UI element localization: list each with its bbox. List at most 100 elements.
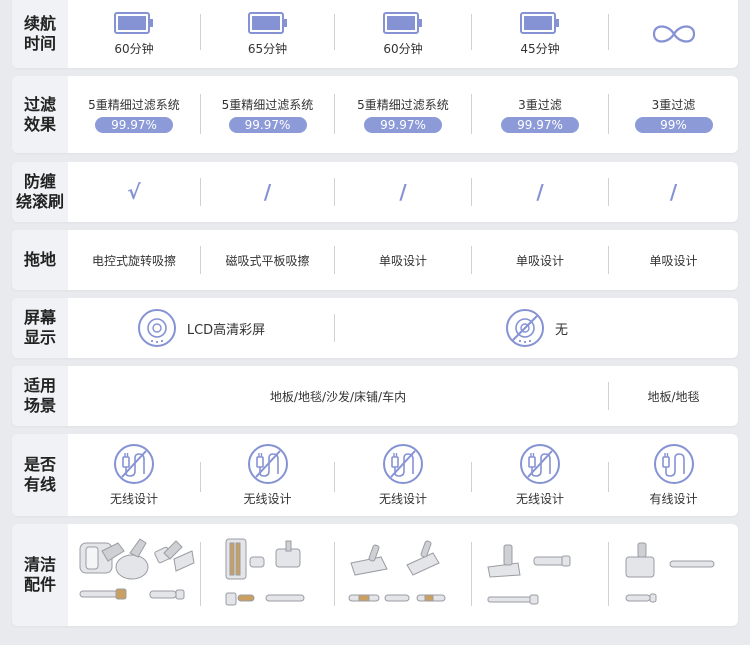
battery-icon: [383, 11, 423, 34]
filter-desc: 3重过滤: [518, 98, 562, 112]
battery-time: 45分钟: [520, 41, 560, 56]
battery-icon: [520, 11, 560, 34]
accessory-set-1: [68, 524, 200, 626]
wired-desc: 无线设计: [515, 492, 564, 506]
label-line: 过滤: [23, 94, 56, 114]
mop-desc: 电控式旋转吸擦: [91, 253, 176, 268]
battery-row: 续航 时间 60分钟 65分钟 60分钟 45分钟: [12, 0, 738, 68]
battery-icon: [247, 11, 288, 34]
label-line: 拖地: [23, 250, 56, 269]
mop-cell: 单吸设计: [472, 230, 608, 290]
mop-desc: 单吸设计: [515, 253, 564, 268]
scene-desc: 地板/地毯/沙发/床铺/车内: [269, 389, 407, 404]
wired-desc: 无线设计: [109, 492, 158, 506]
wired-cell: 无线设计: [201, 434, 334, 516]
battery-row-label: 续航 时间: [12, 0, 68, 68]
filter-cell: 5重精细过滤系统 99.97%: [335, 76, 471, 153]
anti-tangle-cell: /: [335, 162, 471, 222]
wired-cell: 有线设计: [609, 434, 738, 516]
scene-desc: 地板/地毯: [647, 389, 700, 404]
anti-tangle-row: 防缠 绕滚刷 √ / / / /: [12, 162, 738, 222]
filter-rate-badge: 99.97%: [228, 117, 307, 133]
filter-desc: 5重精细过滤系统: [88, 98, 180, 112]
filter-desc: 5重精细过滤系统: [357, 98, 449, 112]
wired-cell: 无线设计: [335, 434, 471, 516]
label-line: 是否: [23, 455, 56, 474]
anti-tangle-cell: /: [609, 162, 738, 222]
wired-cell: 无线设计: [472, 434, 608, 516]
no-cord-icon: [382, 443, 424, 485]
battery-cell: 60分钟: [335, 0, 471, 68]
accessory-set-3: [335, 524, 471, 626]
cord-icon: [653, 443, 695, 485]
battery-cell: 45分钟: [472, 0, 608, 68]
wired-desc: 无线设计: [378, 492, 427, 506]
mop-desc: 磁吸式平板吸擦: [225, 253, 310, 268]
accessory-set-2: [201, 524, 334, 626]
scene-row: 适用 场景 地板/地毯/沙发/床铺/车内 地板/地毯: [12, 366, 738, 426]
label-line: 有线: [23, 475, 56, 494]
none-mark: /: [263, 180, 272, 204]
anti-tangle-row-label: 防缠 绕滚刷: [12, 162, 68, 222]
label-line: 场景: [23, 396, 56, 415]
accessory-set-4-icon: [487, 544, 571, 605]
anti-tangle-cell: /: [201, 162, 334, 222]
accessory-set-4: [472, 524, 608, 626]
filter-rate-badge: 99.97%: [95, 117, 173, 133]
label-line: 防缠: [23, 172, 56, 191]
screen-row: 屏幕 显示 LCD高清彩屏 无: [12, 298, 738, 358]
label-line: 配件: [23, 575, 56, 594]
screen-cell: LCD高清彩屏: [68, 298, 334, 358]
label-line: 屏幕: [23, 308, 56, 327]
filter-desc: 3重过滤: [651, 98, 696, 112]
accessory-set-1-icon: [79, 538, 195, 600]
screen-desc: LCD高清彩屏: [186, 322, 266, 338]
battery-time: 60分钟: [383, 41, 423, 56]
filter-cell: 3重过滤 99.97%: [472, 76, 608, 153]
filter-cell: 3重过滤 99%: [609, 76, 738, 153]
filter-rate-badge: 99%: [634, 117, 713, 133]
mop-cell: 单吸设计: [335, 230, 471, 290]
mop-cell: 电控式旋转吸擦: [68, 230, 200, 290]
scene-row-label: 适用 场景: [12, 366, 68, 426]
accessory-set-3-icon: [348, 540, 446, 602]
none-mark: /: [669, 180, 678, 204]
filter-row: 过滤 效果 5重精细过滤系统 99.97% 5重精细过滤系统 99.97% 5重…: [12, 76, 738, 153]
battery-cell: [609, 0, 738, 68]
mop-row: 拖地 电控式旋转吸擦 磁吸式平板吸擦 单吸设计 单吸设计 单吸设计: [12, 230, 738, 290]
filter-cell: 5重精细过滤系统 99.97%: [201, 76, 334, 153]
no-cord-icon: [247, 443, 289, 485]
no-cord-icon: [519, 443, 561, 485]
comparison-table: 续航 时间 60分钟 65分钟 60分钟 45分钟 过滤 效果 5重精细过滤系统…: [0, 0, 750, 645]
mop-cell: 磁吸式平板吸擦: [201, 230, 334, 290]
accessory-set-5-icon: [625, 542, 714, 603]
label-line: 绕滚刷: [15, 192, 64, 211]
accessories-row: 清洁 配件: [12, 524, 738, 626]
battery-time: 60分钟: [114, 41, 154, 56]
filter-rate-badge: 99.97%: [364, 117, 442, 133]
screen-cell: 无: [335, 298, 738, 358]
label-line: 适用: [23, 376, 56, 395]
none-mark: /: [399, 180, 407, 204]
no-cord-icon: [113, 443, 155, 485]
mop-row-label: 拖地: [12, 230, 68, 290]
screen-desc: 无: [554, 322, 568, 338]
anti-tangle-cell: √: [68, 162, 200, 222]
wired-row: 是否 有线 无线设计 无线设计 无线设计 无线设计 有线设计: [12, 434, 738, 516]
accessories-row-label: 清洁 配件: [12, 524, 68, 626]
mop-cell: 单吸设计: [609, 230, 738, 290]
wired-desc: 有线设计: [649, 492, 698, 506]
accessory-set-2-icon: [225, 538, 304, 606]
accessory-set-5: [609, 524, 738, 626]
battery-cell: 60分钟: [68, 0, 200, 68]
wired-desc: 无线设计: [243, 492, 292, 506]
battery-time: 65分钟: [247, 41, 288, 56]
infinity-icon: [650, 21, 698, 47]
wired-cell: 无线设计: [68, 434, 200, 516]
label-line: 续航: [23, 14, 56, 33]
none-mark: /: [536, 180, 544, 204]
filter-cell: 5重精细过滤系统 99.97%: [68, 76, 200, 153]
wired-row-label: 是否 有线: [12, 434, 68, 516]
anti-tangle-cell: /: [472, 162, 608, 222]
scene-cell: 地板/地毯/沙发/床铺/车内: [68, 366, 608, 426]
